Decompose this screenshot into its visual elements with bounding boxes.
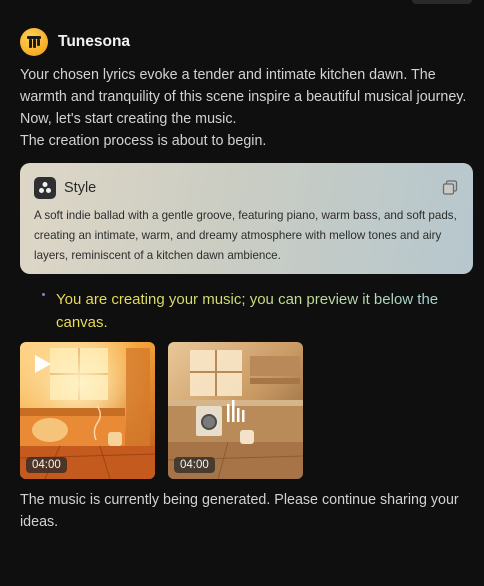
track-card-1[interactable]: 04:00 [20, 342, 155, 479]
style-dots-icon [34, 177, 56, 199]
top-tab [412, 0, 472, 4]
tunesona-logo-icon [20, 28, 48, 56]
play-icon[interactable] [31, 353, 53, 375]
style-card-title: Style [64, 180, 97, 196]
track-card-2[interactable]: 04:00 [168, 342, 303, 479]
footer-message: The music is currently being generated. … [20, 492, 459, 530]
track-duration: 04:00 [174, 457, 215, 473]
equalizer-bars-icon [227, 400, 245, 422]
app-name: Tunesona [58, 33, 131, 50]
track-duration: 04:00 [26, 457, 67, 473]
copy-icon[interactable] [441, 179, 459, 197]
assistant-message: Your chosen lyrics evoke a tender and in… [20, 64, 472, 152]
generation-status: You are creating your music; you can pre… [42, 288, 472, 334]
status-text: You are creating your music; you can pre… [56, 288, 472, 334]
style-card-header: Style [34, 177, 459, 199]
intro-text: Your chosen lyrics evoke a tender and in… [20, 67, 467, 127]
status-dot [42, 293, 45, 296]
assistant-header: Tunesona [20, 28, 130, 56]
style-card: Style A soft indie ballad with a gentle … [20, 163, 473, 274]
intro-status-text: The creation process is about to begin. [20, 133, 267, 149]
style-description: A soft indie ballad with a gentle groove… [34, 209, 457, 262]
